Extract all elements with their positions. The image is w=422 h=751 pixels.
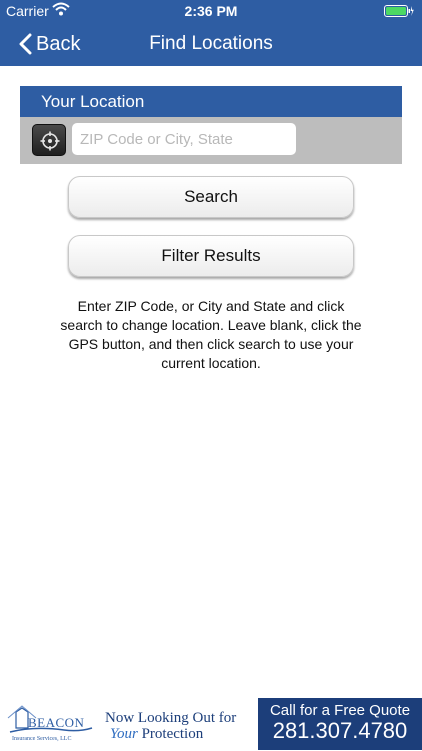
ad-banner[interactable]: BEACON Insurance Services, LLC Now Looki…	[0, 698, 422, 750]
call-label: Call for a Free Quote	[269, 702, 411, 719]
crosshair-icon	[40, 131, 60, 151]
battery-icon	[384, 4, 414, 17]
beacon-logo: BEACON Insurance Services, LLC	[4, 702, 96, 746]
filter-results-button[interactable]: Filter Results	[68, 235, 354, 277]
status-time: 2:36 PM	[184, 3, 238, 19]
instructions-text: Enter ZIP Code, or City and State and cl…	[60, 298, 362, 371]
ad-tagline-protection: Protection	[141, 726, 204, 742]
search-button[interactable]: Search	[68, 176, 354, 218]
location-panel: Your Location	[20, 86, 402, 164]
phone-number: 281.307.4780	[272, 718, 408, 743]
call-for-quote-button[interactable]: Call for a Free Quote 281.307.4780	[258, 698, 422, 750]
logo-subtext: Insurance Services, LLC	[12, 736, 72, 742]
location-input-row	[20, 117, 402, 164]
page-title: Find Locations	[149, 33, 273, 54]
gps-button[interactable]	[32, 124, 66, 156]
logo-text: BEACON	[28, 715, 85, 730]
location-search-input[interactable]	[72, 123, 296, 155]
location-header: Your Location	[20, 86, 402, 117]
ad-tagline-line1: Now Looking Out for	[105, 710, 237, 726]
navigation-bar: Back Find Locations	[0, 22, 422, 66]
ad-tagline-line2: Your Protection	[110, 726, 203, 743]
ad-tagline-your: Your	[110, 726, 138, 742]
status-bar: Carrier 2:36 PM	[0, 0, 422, 22]
